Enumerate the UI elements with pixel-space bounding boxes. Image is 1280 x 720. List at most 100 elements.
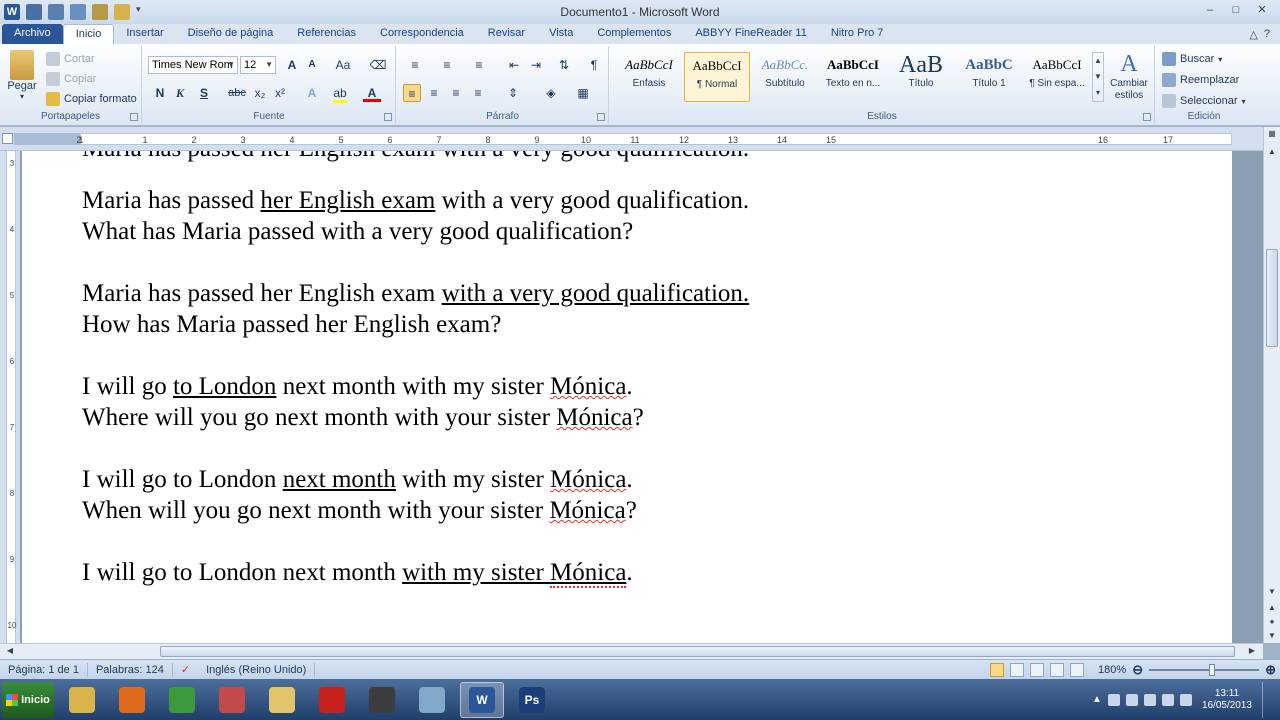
tab-abbyy[interactable]: ABBYY FineReader 11 bbox=[683, 24, 819, 44]
zoom-in-icon[interactable]: ⊕ bbox=[1265, 662, 1276, 678]
replace-button[interactable]: Reemplazar bbox=[1162, 73, 1239, 87]
style-texto-en-negrita[interactable]: AaBbCcI Texto en n... bbox=[820, 52, 886, 102]
minimize-ribbon-icon[interactable]: △ bbox=[1249, 28, 1257, 41]
paste-button[interactable]: Pegar ▾ bbox=[4, 50, 40, 101]
print-layout-icon[interactable] bbox=[990, 663, 1005, 677]
vertical-scrollbar[interactable]: ▦ ▲ ▼ ▲ ● ▼ bbox=[1263, 127, 1280, 643]
horizontal-scrollbar[interactable]: ◀ ▶ bbox=[0, 643, 1263, 659]
justify-icon[interactable]: ≡ bbox=[469, 84, 487, 102]
taskbar-app-button[interactable]: W bbox=[460, 681, 504, 718]
taskbar-app-button[interactable] bbox=[360, 682, 404, 718]
style-enfasis[interactable]: AaBbCcI Énfasis bbox=[616, 52, 682, 102]
document-page[interactable]: Maria has passed her English exam with a… bbox=[22, 151, 1232, 643]
customize-qat-icon[interactable]: ▾ bbox=[136, 4, 144, 20]
increase-indent-icon[interactable]: ⇥ bbox=[527, 56, 545, 74]
taskbar-app-button[interactable] bbox=[110, 682, 154, 718]
paragraph-launcher-icon[interactable] bbox=[597, 113, 605, 121]
style-normal[interactable]: AaBbCcI ¶ Normal bbox=[684, 52, 750, 102]
tab-correspondencia[interactable]: Correspondencia bbox=[368, 24, 476, 44]
bold-button[interactable]: N bbox=[151, 84, 169, 102]
bullets-icon[interactable]: ≡ bbox=[403, 56, 427, 74]
tab-selector-icon[interactable] bbox=[2, 133, 13, 144]
save-icon[interactable] bbox=[26, 4, 42, 20]
show-marks-button[interactable]: ¶ bbox=[585, 56, 603, 74]
taskbar-app-button[interactable] bbox=[60, 682, 104, 718]
numbering-icon[interactable]: ≡ bbox=[435, 56, 459, 74]
language-indicator[interactable]: Inglés (Reino Unido) bbox=[198, 662, 316, 677]
word-count[interactable]: Palabras: 124 bbox=[88, 662, 173, 677]
font-size-select[interactable]: 12 ▼ bbox=[240, 56, 276, 74]
cut-button[interactable]: Cortar bbox=[46, 52, 95, 66]
subscript-button[interactable]: x₂ bbox=[251, 84, 269, 102]
font-launcher-icon[interactable] bbox=[384, 113, 392, 121]
proofing-icon[interactable]: ✓ bbox=[173, 663, 198, 677]
ruler-toggle-icon[interactable]: ▦ bbox=[1264, 127, 1280, 141]
shrink-font-button[interactable]: A bbox=[303, 56, 321, 74]
zoom-out-icon[interactable]: ⊖ bbox=[1132, 662, 1143, 678]
tab-archivo[interactable]: Archivo bbox=[2, 24, 63, 44]
maximize-icon[interactable]: □ bbox=[1224, 2, 1248, 18]
borders-icon[interactable]: ▦ bbox=[571, 84, 595, 102]
browse-object-icon[interactable]: ● bbox=[1264, 615, 1280, 629]
word-logo-icon[interactable]: W bbox=[4, 4, 20, 20]
page-count[interactable]: Página: 1 de 1 bbox=[0, 662, 88, 677]
highlight-icon[interactable]: ab bbox=[331, 84, 349, 103]
tab-vista[interactable]: Vista bbox=[537, 24, 585, 44]
tray-settings-icon[interactable] bbox=[1179, 693, 1192, 706]
taskbar-app-button[interactable] bbox=[160, 682, 204, 718]
styles-launcher-icon[interactable] bbox=[1143, 113, 1151, 121]
style-titulo-1[interactable]: AaBbC Título 1 bbox=[956, 52, 1022, 102]
taskbar-app-button[interactable]: Ps bbox=[510, 682, 554, 718]
tray-app-icon[interactable] bbox=[1125, 693, 1138, 706]
change-styles-button[interactable]: A Cambiar estilos bbox=[1106, 50, 1152, 102]
style-sin-espaciado[interactable]: AaBbCcI ¶ Sin espa... bbox=[1024, 52, 1090, 102]
vertical-ruler[interactable]: 3 4 5 6 7 8 9 10 bbox=[0, 151, 20, 643]
line-spacing-icon[interactable]: ⇕ bbox=[501, 84, 525, 102]
next-page-icon[interactable]: ▼ bbox=[1264, 629, 1280, 643]
show-desktop-button[interactable] bbox=[1262, 681, 1272, 718]
font-color-button[interactable]: A bbox=[363, 84, 381, 102]
strikethrough-button[interactable]: abc bbox=[225, 84, 249, 102]
tab-revisar[interactable]: Revisar bbox=[476, 24, 537, 44]
volume-icon[interactable] bbox=[1161, 693, 1174, 706]
redo-icon[interactable] bbox=[70, 4, 86, 20]
scroll-right-icon[interactable]: ▶ bbox=[1244, 644, 1260, 658]
taskbar-app-button[interactable] bbox=[210, 682, 254, 718]
horizontal-scroll-thumb[interactable] bbox=[160, 646, 1235, 657]
align-center-icon[interactable]: ≡ bbox=[425, 84, 443, 102]
taskbar-app-button[interactable] bbox=[410, 682, 454, 718]
help-icon[interactable]: ? bbox=[1264, 28, 1270, 40]
undo-icon[interactable] bbox=[48, 4, 64, 20]
style-titulo[interactable]: AaB Título bbox=[888, 52, 954, 102]
show-hidden-icons-icon[interactable]: ▲ bbox=[1092, 694, 1102, 705]
underline-button[interactable]: S bbox=[195, 84, 213, 102]
start-button[interactable]: Inicio bbox=[2, 681, 54, 718]
zoom-slider[interactable] bbox=[1149, 664, 1260, 676]
sort-icon[interactable]: ⇅ bbox=[555, 56, 573, 74]
change-case-button[interactable]: Aa bbox=[331, 56, 355, 74]
find-button[interactable]: Buscar ▾ bbox=[1162, 52, 1222, 66]
shading-icon[interactable]: ◈ bbox=[539, 84, 563, 102]
taskbar-app-button[interactable] bbox=[260, 682, 304, 718]
superscript-button[interactable]: x² bbox=[271, 84, 289, 102]
grow-font-button[interactable]: A bbox=[283, 56, 301, 74]
format-painter-button[interactable]: Copiar formato bbox=[46, 92, 137, 106]
select-button[interactable]: Seleccionar ▾ bbox=[1162, 94, 1246, 108]
print-preview-icon[interactable] bbox=[92, 4, 108, 20]
taskbar-app-button[interactable] bbox=[310, 682, 354, 718]
document-text[interactable]: Maria has passed her English exam with a… bbox=[82, 185, 749, 588]
tab-referencias[interactable]: Referencias bbox=[285, 24, 368, 44]
text-effects-icon[interactable]: A bbox=[303, 84, 321, 102]
full-screen-reading-icon[interactable] bbox=[1010, 663, 1025, 677]
vertical-scroll-thumb[interactable] bbox=[1266, 249, 1278, 347]
multilevel-list-icon[interactable]: ≡ bbox=[467, 56, 491, 74]
close-icon[interactable]: ✕ bbox=[1250, 2, 1274, 18]
web-layout-icon[interactable] bbox=[1030, 663, 1045, 677]
clear-format-icon[interactable]: ⌫ bbox=[369, 56, 387, 74]
horizontal-ruler[interactable]: 2 1 1 2 3 4 5 6 7 8 9 10 11 12 13 14 15 16 17 bbox=[0, 127, 1280, 151]
minimize-icon[interactable]: – bbox=[1198, 2, 1222, 18]
draft-view-icon[interactable] bbox=[1070, 663, 1085, 677]
clock[interactable]: 13:11 16/05/2013 bbox=[1198, 688, 1256, 712]
zoom-slider-knob[interactable] bbox=[1209, 664, 1216, 676]
clipboard-launcher-icon[interactable] bbox=[130, 113, 138, 121]
